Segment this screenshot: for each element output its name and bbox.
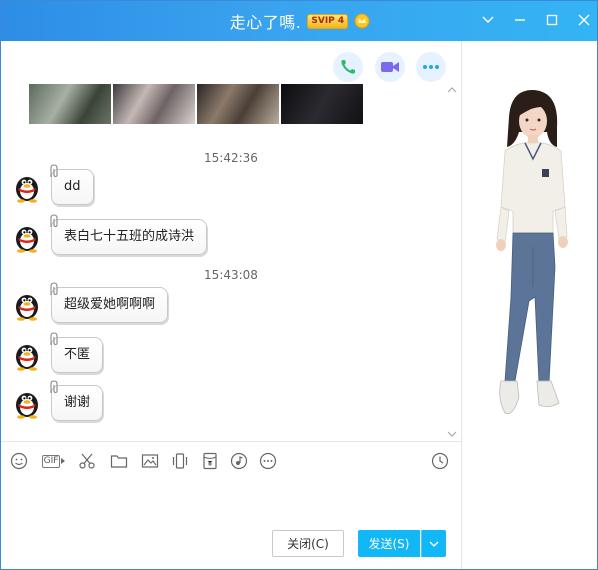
paperclip-icon <box>50 282 58 296</box>
window-controls <box>479 9 593 31</box>
image-icon[interactable] <box>140 451 160 471</box>
more-tools-icon[interactable] <box>258 451 278 471</box>
close-icon[interactable] <box>575 9 593 31</box>
penguin-avatar-icon[interactable] <box>13 387 41 419</box>
penguin-avatar-icon[interactable] <box>13 171 41 203</box>
crown-icon <box>354 13 370 29</box>
penguin-avatar-icon[interactable] <box>13 289 41 321</box>
gif-label: GIF <box>41 454 61 468</box>
timestamp: 15:43:08 <box>204 268 258 282</box>
send-button[interactable]: 发送(S) <box>358 530 420 557</box>
message-input[interactable] <box>1 479 461 524</box>
penguin-avatar-icon[interactable] <box>13 221 41 253</box>
video-icon[interactable] <box>375 52 405 82</box>
paperclip-icon <box>50 164 58 178</box>
red-packet-icon[interactable] <box>200 451 220 471</box>
history-icon[interactable] <box>430 451 450 471</box>
message-bubble[interactable]: 表白七十五班的成诗洪 <box>50 214 208 255</box>
panel-divider <box>461 41 462 569</box>
message-text: dd <box>64 179 81 194</box>
message-bubble[interactable]: 超级爱她啊啊啊 <box>50 282 169 323</box>
thumbnail-image[interactable] <box>281 84 363 124</box>
emoji-icon[interactable] <box>9 451 29 471</box>
scroll-down-icon[interactable] <box>447 429 457 439</box>
message-row: 谢谢 <box>13 380 104 421</box>
paperclip-icon <box>50 380 58 394</box>
message-text: 不匿 <box>64 347 91 362</box>
paperclip-icon <box>50 332 58 346</box>
avatar-show-figure <box>496 89 568 415</box>
message-bubble[interactable]: dd <box>50 164 94 205</box>
message-bubble[interactable]: 谢谢 <box>50 380 104 421</box>
paperclip-icon <box>50 214 58 228</box>
chevron-down-icon[interactable] <box>479 9 497 31</box>
phone-icon[interactable] <box>333 52 363 82</box>
message-area[interactable]: 15:42:36 dd 表白七十五班的成诗洪 15:43:08 超级爱她啊啊啊 … <box>1 41 461 441</box>
close-button[interactable]: 关闭(C) <box>272 530 344 557</box>
message-row: dd <box>13 164 94 205</box>
scissors-icon[interactable] <box>77 451 97 471</box>
music-icon[interactable] <box>229 451 249 471</box>
scroll-up-icon[interactable] <box>447 85 457 95</box>
timestamp: 15:42:36 <box>204 151 258 165</box>
chat-window: 走心了嗎. SVIP 4 15:42:36 dd 表白七十五班的成诗洪 15:4… <box>0 0 598 570</box>
folder-icon[interactable] <box>109 451 129 471</box>
more-options-icon[interactable] <box>416 52 446 82</box>
message-text: 表白七十五班的成诗洪 <box>64 229 195 244</box>
message-row: 超级爱她啊啊啊 <box>13 282 169 323</box>
penguin-avatar-icon[interactable] <box>13 339 41 371</box>
message-bubble[interactable]: 不匿 <box>50 332 104 373</box>
message-text: 超级爱她啊啊啊 <box>64 297 156 312</box>
shake-icon[interactable] <box>170 451 190 471</box>
thumbnail-image[interactable] <box>197 84 279 124</box>
minimize-icon[interactable] <box>511 9 529 31</box>
image-thumbnails <box>29 84 363 124</box>
maximize-icon[interactable] <box>543 9 561 31</box>
gif-icon[interactable]: GIF <box>41 451 67 471</box>
input-toolbar: GIF <box>1 441 461 479</box>
thumbnail-image[interactable] <box>113 84 195 124</box>
window-title: 走心了嗎. <box>229 13 302 32</box>
message-row: 不匿 <box>13 332 104 373</box>
message-row: 表白七十五班的成诗洪 <box>13 214 208 255</box>
title-bar[interactable]: 走心了嗎. SVIP 4 <box>1 1 597 41</box>
svip-badge: SVIP 4 <box>307 13 349 29</box>
message-text: 谢谢 <box>64 395 91 410</box>
send-options-chevron-icon[interactable] <box>421 530 446 557</box>
thumbnail-image[interactable] <box>29 84 111 124</box>
